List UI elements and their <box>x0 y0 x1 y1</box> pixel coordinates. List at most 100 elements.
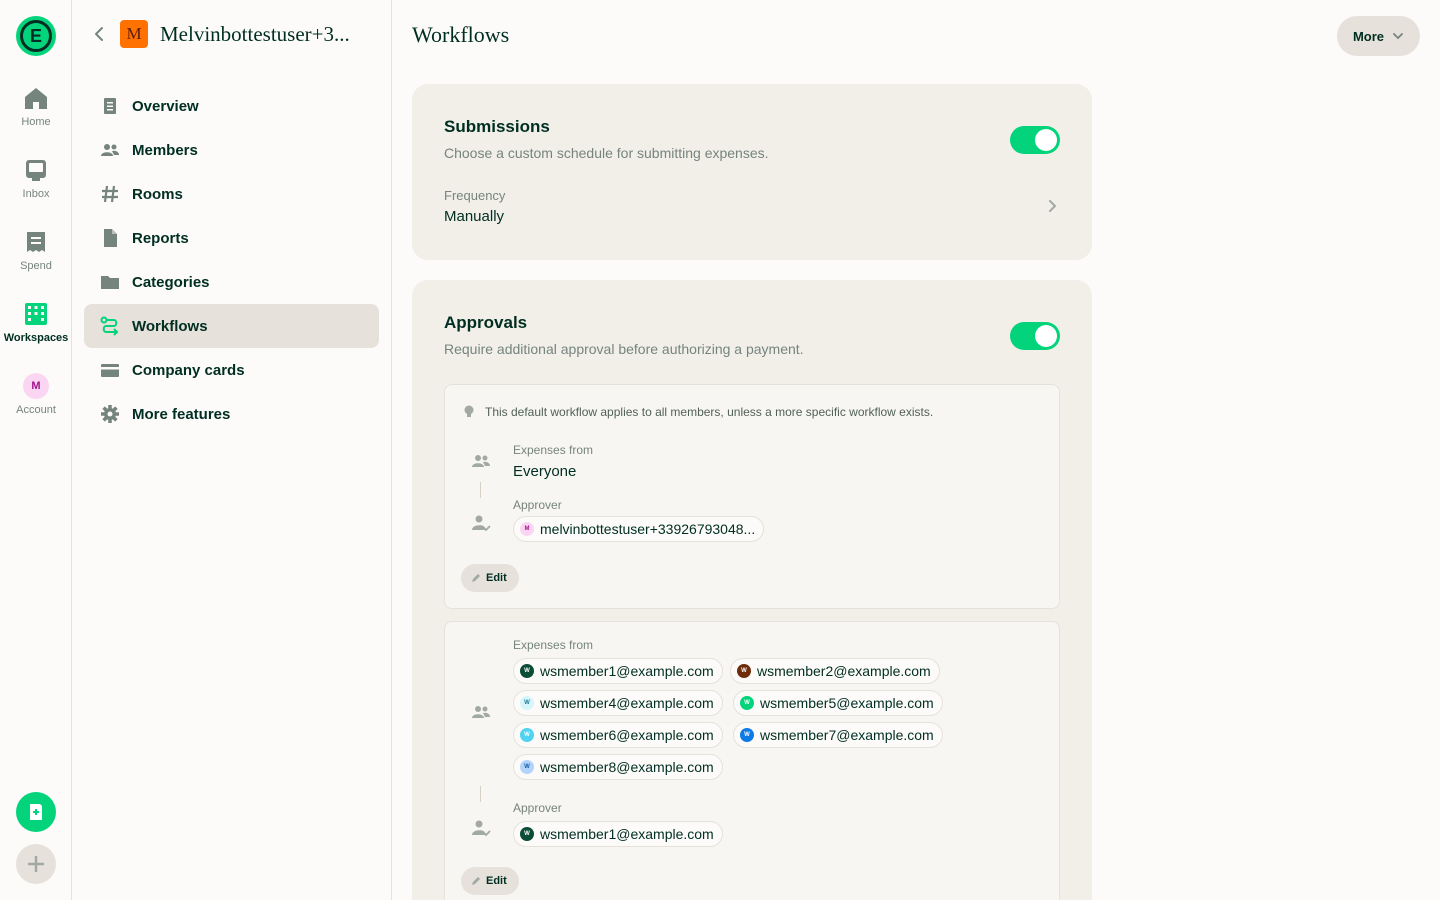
sidebar-item-members[interactable]: Members <box>84 128 379 172</box>
sidebar-item-workflows[interactable]: Workflows <box>84 304 379 348</box>
sidebar-item-rooms[interactable]: Rooms <box>84 172 379 216</box>
edit-button[interactable]: Edit <box>461 564 519 592</box>
lightbulb-icon <box>464 405 474 417</box>
submissions-toggle[interactable] <box>1010 126 1060 154</box>
file-icon <box>104 229 117 247</box>
approver-email: wsmember1@example.com <box>540 826 714 842</box>
sidebar-item-label: More features <box>132 405 231 423</box>
default-workflow-hint: This default workflow applies to all mem… <box>463 405 933 419</box>
logo-letter: E <box>20 20 52 52</box>
sidebar-item-more-features[interactable]: More features <box>84 392 379 436</box>
approvals-title: Approvals <box>444 313 528 332</box>
sidebar-item-label: Rooms <box>132 185 183 203</box>
more-button-label: More <box>1352 28 1384 44</box>
workspace-header: M Melvinbottestuser+3... <box>92 20 350 48</box>
approvals-toggle[interactable] <box>1010 322 1060 350</box>
custom-workflow-box: Expenses from W wsmember1@example.com W … <box>444 621 1060 900</box>
member-email: wsmember4@example.com <box>540 695 714 711</box>
pencil-icon <box>472 877 480 885</box>
workspace-name: Melvinbottestuser+3... <box>160 21 350 46</box>
member-pill: W wsmember4@example.com <box>513 690 723 716</box>
rail-item-label: Inbox <box>22 188 50 200</box>
create-expense-button[interactable] <box>16 792 56 832</box>
users-icon <box>472 455 490 467</box>
credit-card-icon <box>101 364 119 377</box>
avatar: M <box>23 373 49 399</box>
rail-item-workspaces[interactable]: Workspaces <box>0 302 72 344</box>
expenses-from-label: Expenses from <box>513 638 594 652</box>
approver-pill: M melvinbottestuser+33926793048... <box>513 516 765 542</box>
avatar: W <box>520 696 534 710</box>
document-icon <box>104 98 116 114</box>
back-arrow-icon[interactable] <box>92 26 108 42</box>
rail-item-label: Home <box>21 116 51 128</box>
member-email: wsmember6@example.com <box>540 727 714 743</box>
member-pill: W wsmember1@example.com <box>513 658 723 684</box>
member-email: wsmember5@example.com <box>760 695 934 711</box>
submissions-title: Submissions <box>444 117 550 136</box>
workflow-icon <box>100 316 119 336</box>
member-pill: W wsmember5@example.com <box>733 690 943 716</box>
avatar: W <box>740 696 754 710</box>
avatar: W <box>520 827 534 841</box>
sidebar-item-label: Workflows <box>132 317 208 335</box>
user-check-icon <box>472 820 491 837</box>
connector-line <box>480 482 481 498</box>
avatar: W <box>737 664 751 678</box>
approver-label: Approver <box>513 498 562 512</box>
approver-pill: W wsmember1@example.com <box>513 821 723 847</box>
users-icon <box>472 706 490 718</box>
receipt-plus-icon <box>30 804 42 820</box>
inbox-icon <box>26 160 46 181</box>
avatar: W <box>740 728 754 742</box>
sidebar-item-overview[interactable]: Overview <box>84 84 379 128</box>
expenses-from-label: Expenses from <box>513 443 594 457</box>
chevron-right-icon[interactable] <box>1044 198 1060 214</box>
member-pill: W wsmember6@example.com <box>513 722 723 748</box>
workspace-nav: Overview Members Rooms Reports Categorie… <box>84 84 379 436</box>
folder-icon <box>101 276 119 289</box>
sidebar-item-label: Overview <box>132 97 199 115</box>
member-email: wsmember7@example.com <box>760 727 934 743</box>
submissions-card: Submissions Choose a custom schedule for… <box>412 84 1092 260</box>
plus-icon <box>28 856 44 872</box>
approver-email: melvinbottestuser+33926793048... <box>540 521 756 537</box>
member-pill: W wsmember7@example.com <box>733 722 943 748</box>
chevron-down-icon <box>1393 33 1403 40</box>
member-email: wsmember2@example.com <box>757 663 931 679</box>
rail-item-label: Spend <box>20 260 52 272</box>
member-pill: W wsmember8@example.com <box>513 754 723 780</box>
edit-button[interactable]: Edit <box>461 867 519 895</box>
workspace-sidebar: M Melvinbottestuser+3... Overview Member… <box>72 0 392 900</box>
users-icon <box>101 144 119 156</box>
sidebar-item-label: Categories <box>132 273 210 291</box>
rail-item-label: Account <box>16 404 56 416</box>
rail-item-spend[interactable]: Spend <box>0 230 72 272</box>
add-button[interactable] <box>16 844 56 884</box>
sidebar-item-label: Company cards <box>132 361 245 379</box>
more-button[interactable]: More <box>1336 16 1420 56</box>
hint-text: This default workflow applies to all mem… <box>485 405 934 419</box>
sidebar-item-company-cards[interactable]: Company cards <box>84 348 379 392</box>
default-workflow-box: This default workflow applies to all mem… <box>444 384 1060 609</box>
sidebar-item-label: Reports <box>132 229 189 247</box>
edit-button-label: Edit <box>486 875 507 887</box>
hashtag-icon <box>102 185 118 203</box>
workspace-avatar: M <box>120 20 148 48</box>
rail-item-inbox[interactable]: Inbox <box>0 158 72 200</box>
approvals-card: Approvals Require additional approval be… <box>412 280 1092 900</box>
navigation-rail: E Home Inbox Spend Workspaces M Account <box>0 0 72 900</box>
expensify-logo[interactable]: E <box>16 16 56 56</box>
member-pill: W wsmember2@example.com <box>730 658 940 684</box>
rail-item-home[interactable]: Home <box>0 86 72 128</box>
rail-item-account[interactable]: M Account <box>0 373 72 416</box>
sidebar-item-categories[interactable]: Categories <box>84 260 379 304</box>
main-content: Workflows More Submissions Choose a cust… <box>392 0 1440 900</box>
gear-icon <box>101 405 119 423</box>
user-check-icon <box>472 515 491 532</box>
frequency-value[interactable]: Manually <box>444 208 504 225</box>
avatar: W <box>520 664 534 678</box>
expenses-from-value: Everyone <box>513 463 577 480</box>
pencil-icon <box>472 574 480 582</box>
sidebar-item-reports[interactable]: Reports <box>84 216 379 260</box>
